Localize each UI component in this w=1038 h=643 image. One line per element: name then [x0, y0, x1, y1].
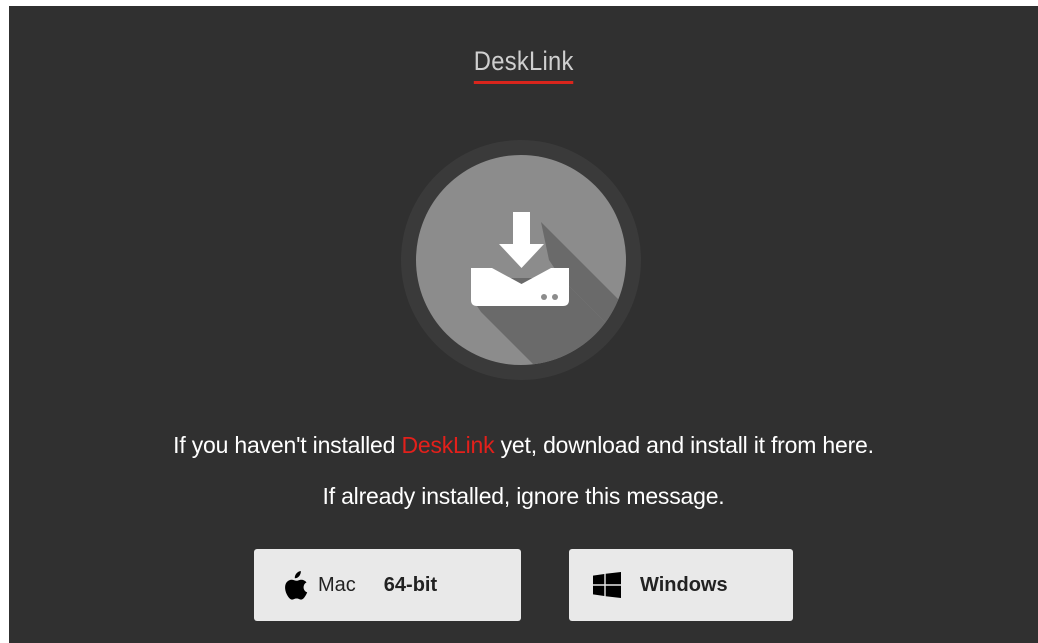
mac-label: Mac — [318, 573, 356, 596]
download-panel: DeskLink If you haven't installed DeskLi… — [9, 6, 1038, 643]
install-message-brand: DeskLink — [401, 432, 495, 458]
download-icon — [401, 140, 641, 380]
windows-download-button[interactable]: Windows — [569, 549, 793, 621]
apple-icon — [284, 570, 308, 600]
windows-icon — [593, 572, 621, 598]
windows-label: Windows — [640, 573, 728, 596]
install-message: If you haven't installed DeskLink yet, d… — [9, 431, 1038, 459]
title-container: DeskLink — [9, 44, 1038, 84]
app-title: DeskLink — [473, 44, 574, 84]
install-message-suffix: yet, download and install it from here. — [494, 432, 874, 458]
mac-bit-label: 64-bit — [383, 573, 438, 596]
download-to-drive-icon — [401, 140, 641, 380]
ignore-message: If already installed, ignore this messag… — [322, 483, 725, 509]
mac-download-button[interactable]: Mac 64-bit — [254, 549, 521, 621]
install-message-prefix: If you haven't installed — [173, 432, 402, 458]
